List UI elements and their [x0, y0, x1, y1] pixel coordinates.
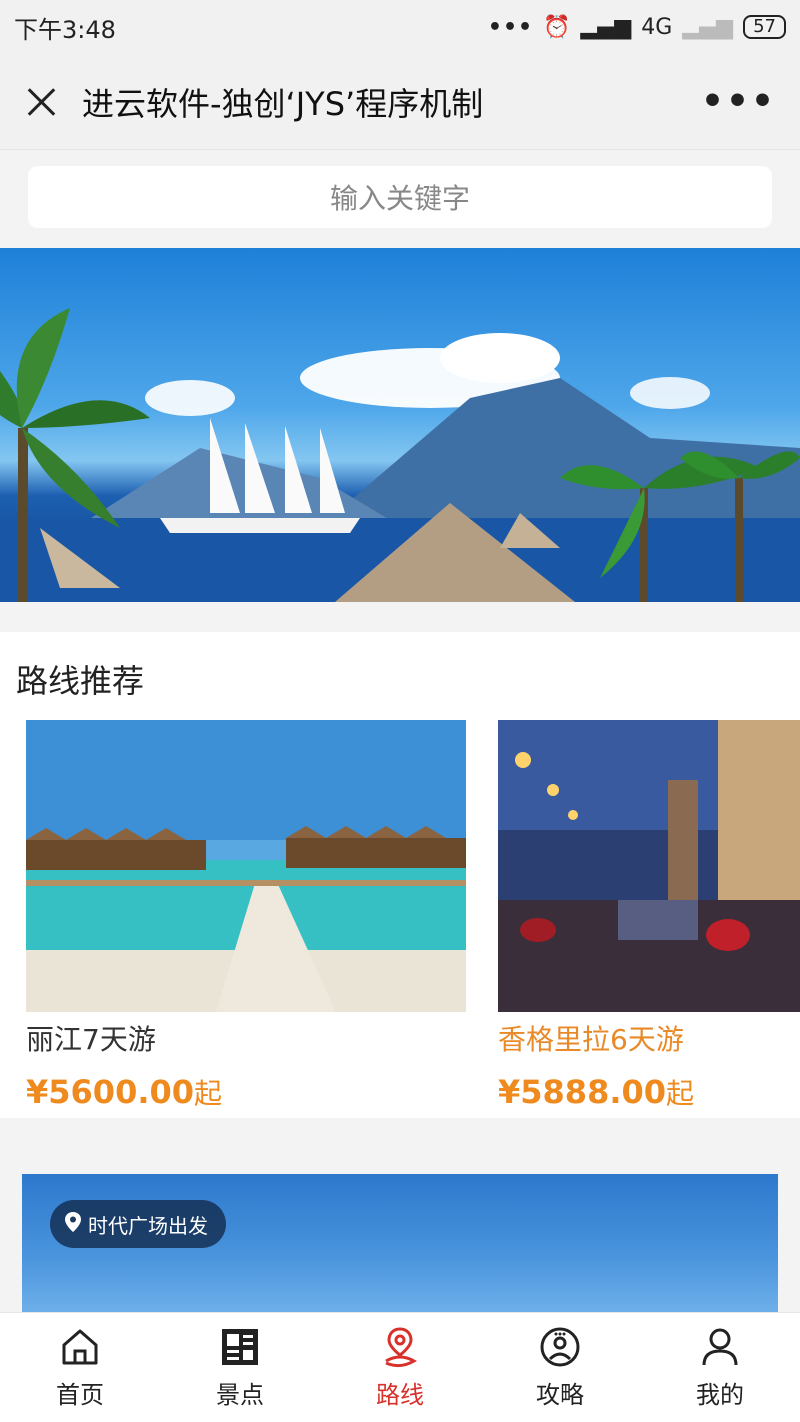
- nav-bar: 进云软件-独创‘JYS’程序机制 •••: [0, 54, 800, 150]
- search-placeholder: 输入关键字: [329, 182, 470, 215]
- tab-scenic[interactable]: 景点: [160, 1313, 320, 1422]
- price-suffix: 起: [194, 1077, 223, 1110]
- route-card-image: [26, 720, 466, 1012]
- network-label: 4G: [641, 14, 673, 40]
- section-title: 路线推荐: [16, 662, 145, 700]
- status-time: 下午3:48: [14, 15, 116, 44]
- page-title: 进云软件-独创‘JYS’程序机制: [82, 84, 484, 123]
- route-icon: [385, 1327, 418, 1368]
- price-value: ¥5600.00: [26, 1073, 195, 1111]
- route-banner[interactable]: 时代广场出发: [22, 1174, 778, 1314]
- location-pin-icon: [64, 1211, 82, 1237]
- status-bar: 下午3:48 ••• ⏰ ▂▄▆ 4G ▂▄▆ 57: [0, 0, 800, 54]
- banner-illustration: [0, 308, 800, 602]
- price-suffix: 起: [666, 1077, 695, 1110]
- route-card-shangrila[interactable]: 香格里拉6天游 ¥5888.00起: [498, 720, 800, 1114]
- more-menu-icon[interactable]: •••: [701, 81, 776, 122]
- more-dots-icon: •••: [487, 14, 534, 40]
- tab-mine[interactable]: 我的: [640, 1313, 800, 1422]
- tab-label: 我的: [696, 1381, 744, 1409]
- tab-bar: 首页 景点 路线 攻略 我的: [0, 1312, 800, 1422]
- tab-home[interactable]: 首页: [0, 1313, 160, 1422]
- user-icon: [702, 1328, 738, 1366]
- tab-label: 路线: [376, 1381, 424, 1409]
- signal-off-icon: ▂▄▆: [682, 14, 734, 40]
- route-card-lijiang[interactable]: 丽江7天游 ¥5600.00起: [26, 720, 466, 1114]
- route-card-price: ¥5888.00起: [498, 1072, 800, 1114]
- price-value: ¥5888.00: [498, 1073, 667, 1111]
- signal-icon: ▂▄▆: [580, 14, 632, 40]
- home-icon: [62, 1329, 98, 1365]
- tab-label: 首页: [56, 1381, 104, 1409]
- tab-label: 景点: [216, 1381, 264, 1409]
- status-icons: ••• ⏰ ▂▄▆ 4G ▂▄▆ 57: [488, 15, 786, 40]
- guide-icon: [540, 1327, 580, 1367]
- route-card-image: [498, 720, 800, 1012]
- tab-guide[interactable]: 攻略: [480, 1313, 640, 1422]
- search-area: 输入关键字: [0, 150, 800, 248]
- tab-route[interactable]: 路线: [320, 1313, 480, 1422]
- route-recommend-section: 路线推荐 丽江7天游 ¥5600.00起 香格里拉6天游 ¥5888.00起: [0, 632, 800, 1118]
- route-card-name: 丽江7天游: [26, 1023, 156, 1056]
- location-label: 时代广场出发: [88, 1213, 208, 1238]
- route-card-name: 香格里拉6天游: [498, 1023, 684, 1056]
- search-input[interactable]: 输入关键字: [28, 166, 772, 228]
- alarm-icon: ⏰: [543, 14, 571, 40]
- battery-icon: 57: [743, 15, 786, 39]
- close-icon[interactable]: [24, 84, 60, 120]
- location-badge: 时代广场出发: [50, 1200, 226, 1248]
- tab-label: 攻略: [536, 1381, 584, 1409]
- banner-image[interactable]: [0, 248, 800, 602]
- grid-icon: [222, 1329, 258, 1365]
- route-card-price: ¥5600.00起: [26, 1072, 466, 1114]
